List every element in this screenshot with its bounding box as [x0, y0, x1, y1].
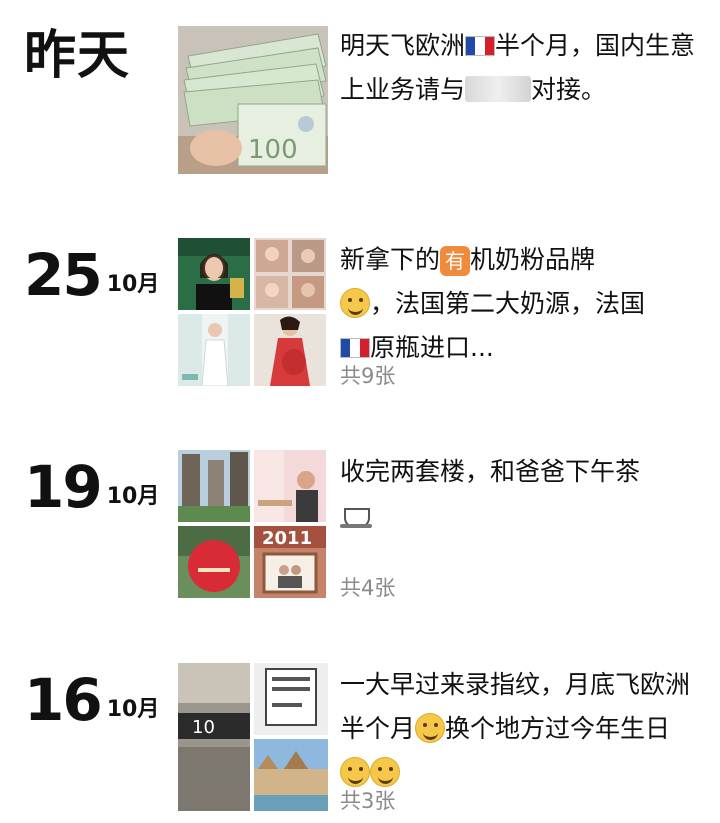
date-label: 25 10月 — [24, 244, 159, 306]
date-day: 25 — [24, 241, 103, 309]
post-text: 新拿下的有机奶粉品牌 ，法国第二大奶源，法国 原瓶进口... — [340, 238, 700, 370]
post-text-part: 明天飞欧洲 — [340, 31, 466, 60]
grinning-face-icon — [415, 713, 446, 743]
photo-afternoon-tea — [254, 450, 326, 522]
france-flag-icon — [340, 338, 370, 358]
date-month: 10月 — [106, 484, 160, 509]
date-label: 16 10月 — [24, 669, 159, 731]
date-label: 昨天 — [24, 24, 130, 88]
post-photo-euro-banknotes[interactable]: 100 — [178, 26, 328, 174]
photo-buildings — [178, 450, 250, 522]
grinning-face-icon — [340, 757, 370, 787]
photo-european-street — [254, 739, 328, 811]
date-label: 19 10月 — [24, 456, 159, 518]
date-yesterday: 昨天 — [24, 26, 131, 86]
post-text-part: 新拿下的 — [340, 245, 441, 274]
photo-count: 共4张 — [340, 576, 396, 600]
blurred-name — [465, 76, 532, 102]
photo-family-collage — [254, 238, 326, 310]
sign-text: 10 — [192, 717, 215, 738]
svg-text:100: 100 — [248, 135, 298, 165]
post-photo-grid[interactable] — [178, 238, 328, 386]
photo-count: 共9张 — [340, 364, 396, 388]
cake-text: 2011 — [262, 528, 312, 549]
you-badge-icon: 有 — [440, 246, 471, 276]
post-text-part: 换个地方过今年生日 — [445, 714, 671, 743]
photo-cake-frame: 2011 — [254, 526, 326, 598]
post-text-part: 机奶粉品牌 — [470, 245, 596, 274]
photo-office-sign — [254, 663, 328, 735]
date-day: 19 — [24, 453, 103, 521]
photo-pregnant-red-dress — [254, 314, 326, 386]
date-month: 10月 — [106, 272, 160, 297]
post-text: 明天飞欧洲 半个月，国内生意上业务请与 对接。 — [340, 24, 700, 112]
post-text-part: 原瓶进口... — [370, 333, 494, 362]
post-photo-grid[interactable]: 10 — [178, 663, 328, 811]
date-month: 10月 — [106, 697, 160, 722]
photo-fingerprint-sign: 10 — [178, 663, 250, 811]
post-text: 一大早过来录指纹，月底飞欧洲半个月 换个地方过今年生日 — [340, 663, 700, 795]
post-text-part: ，法国第二大奶源，法国 — [370, 289, 646, 318]
photo-woman-white-dress — [178, 314, 250, 386]
post-text-part: 对接。 — [531, 75, 607, 104]
photo-red-balloon — [178, 526, 250, 598]
post-photo-grid[interactable]: 2011 — [178, 450, 328, 598]
smiling-face-icon — [340, 288, 370, 318]
post-text: 收完两套楼，和爸爸下午茶 — [340, 450, 700, 538]
grinning-face-icon — [370, 757, 400, 787]
photo-event-woman — [178, 238, 250, 310]
photo-count: 共3张 — [340, 789, 396, 813]
france-flag-icon — [465, 36, 496, 56]
coffee-cup-icon — [340, 504, 376, 530]
post-text-part: 收完两套楼，和爸爸下午茶 — [340, 457, 641, 486]
date-day: 16 — [24, 666, 103, 734]
